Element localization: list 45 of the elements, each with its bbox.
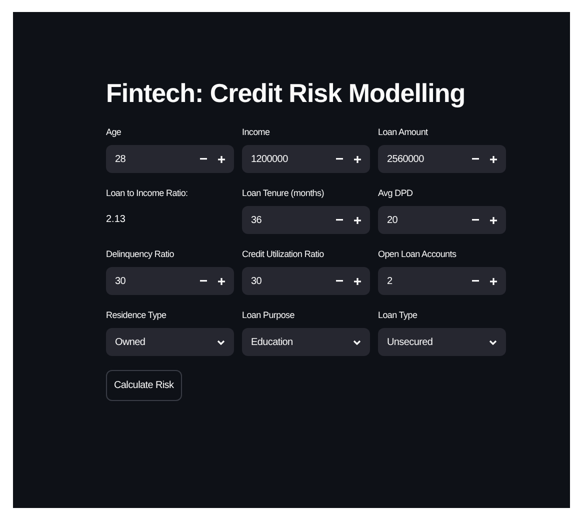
plus-icon[interactable] [354,278,361,284]
minus-icon[interactable] [472,158,479,160]
number-input[interactable]: 20 [378,206,506,234]
field-label: Avg DPD [378,187,414,199]
calculate-risk-button[interactable]: Calculate Risk [106,370,182,401]
number-input[interactable]: 2560000 [378,145,506,173]
chevron-down-icon [489,340,497,344]
number-input[interactable]: 2 [378,267,506,295]
select-dropdown[interactable]: Education [242,328,370,356]
minus-icon[interactable] [336,219,343,221]
field-label: Delinquency Ratio [106,248,175,260]
minus-icon[interactable] [336,280,343,282]
ratio-value: 2.13 [106,213,126,227]
plus-icon[interactable] [490,156,497,162]
chevron-down-icon [217,340,225,344]
field-label: Age [106,126,122,138]
minus-icon[interactable] [200,280,207,282]
plus-icon[interactable] [354,216,361,224]
plus-icon[interactable] [490,278,497,284]
chevron-down-icon [353,340,361,344]
minus-icon[interactable] [472,219,479,221]
number-input[interactable]: 1200000 [242,145,370,173]
number-input[interactable]: 30 [106,267,234,295]
select-dropdown[interactable]: Unsecured [378,328,506,356]
number-input[interactable]: 30 [242,267,370,295]
field-label: Loan Type [378,309,418,321]
field-label: Loan Amount [378,126,429,138]
plus-icon[interactable] [218,156,225,162]
field-label: Loan to Income Ratio: [106,187,189,199]
plus-icon[interactable] [218,278,225,284]
field-label: Residence Type [106,309,168,321]
plus-icon[interactable] [490,216,497,224]
field-label: Loan Purpose [242,309,296,321]
minus-icon[interactable] [336,158,343,160]
page-title: Fintech: Credit Risk Modelling [106,77,466,110]
plus-icon[interactable] [354,156,361,162]
number-input[interactable]: 28 [106,145,234,173]
field-label: Credit Utilization Ratio [242,248,325,260]
number-input[interactable]: 36 [242,206,370,234]
field-label: Open Loan Accounts [378,248,458,260]
field-label: Income [242,126,271,138]
select-dropdown[interactable]: Owned [106,328,234,356]
minus-icon[interactable] [200,158,207,160]
minus-icon[interactable] [472,280,479,282]
field-label: Loan Tenure (months) [242,187,325,199]
